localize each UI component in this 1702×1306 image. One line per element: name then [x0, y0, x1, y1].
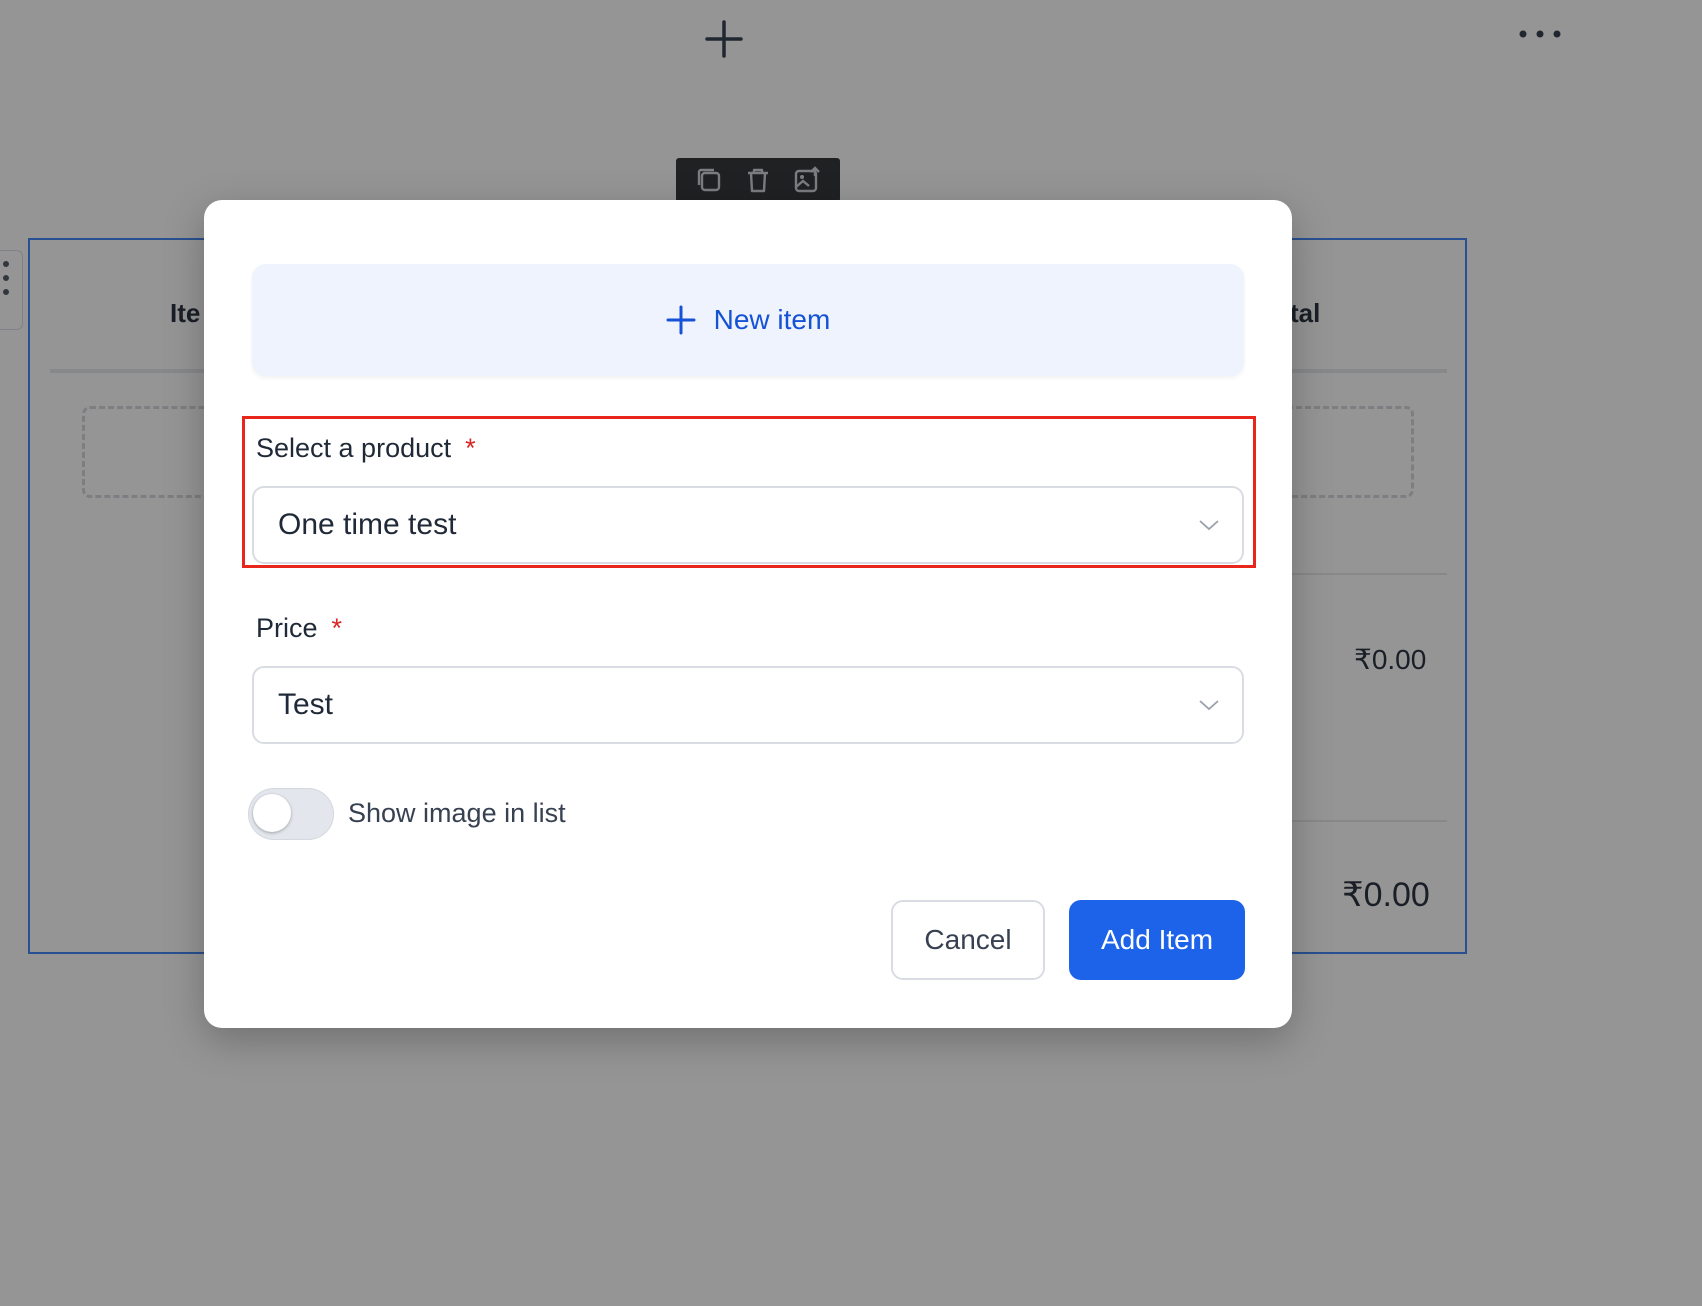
price-select[interactable]: Test [252, 666, 1244, 744]
add-item-button[interactable]: Add Item [1069, 900, 1245, 980]
toggle-knob [253, 794, 291, 832]
plus-icon [666, 305, 696, 335]
required-marker: * [331, 613, 343, 643]
add-item-dialog: New item Select a product * One time test… [204, 200, 1292, 1028]
show-image-toggle[interactable] [248, 788, 334, 840]
selection-highlight [242, 416, 1256, 568]
price-field-label: Price * [256, 613, 343, 643]
new-item-button[interactable]: New item [252, 264, 1244, 376]
chevron-down-icon [1199, 700, 1219, 711]
new-item-label: New item [713, 304, 831, 335]
cancel-button[interactable]: Cancel [891, 900, 1045, 980]
show-image-label: Show image in list [348, 798, 566, 828]
price-select-value: Test [278, 688, 334, 721]
